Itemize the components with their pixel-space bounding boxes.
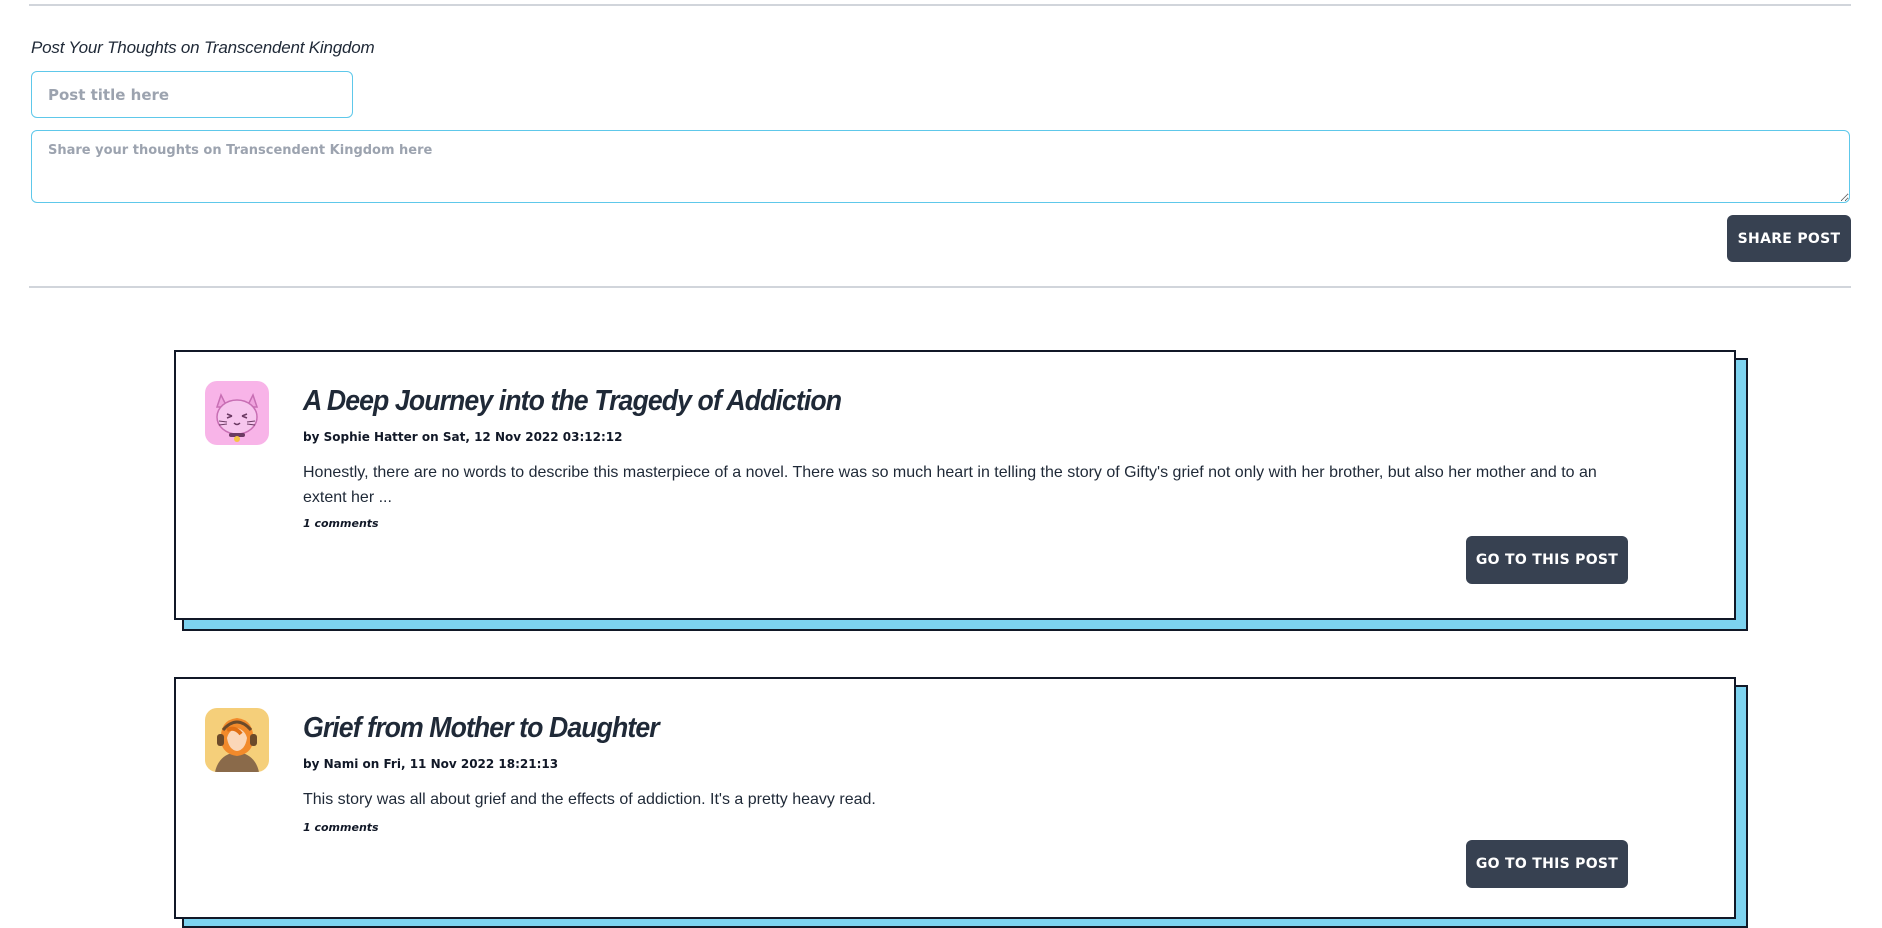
compose-divider [29,286,1851,288]
post-excerpt: Honestly, there are no words to describe… [303,464,1597,506]
post-title[interactable]: Grief from Mother to Daughter [303,712,660,745]
post-comment-count: 1 comments [303,821,379,834]
post-card: A Deep Journey into the Tragedy of Addic… [174,350,1736,620]
go-to-post-button[interactable]: GO TO THIS POST [1466,536,1628,584]
top-divider [29,4,1851,6]
share-post-button[interactable]: SHARE POST [1727,215,1851,262]
orange-hair-headphones-avatar-icon [205,708,269,772]
compose-heading: Post Your Thoughts on Transcendent Kingd… [31,38,375,57]
post-title[interactable]: A Deep Journey into the Tragedy of Addic… [303,385,842,418]
post-card: Grief from Mother to Daughter by Nami on… [174,677,1736,919]
post-meta: by Sophie Hatter on Sat, 12 Nov 2022 03:… [303,430,623,444]
post-meta: by Nami on Fri, 11 Nov 2022 18:21:13 [303,757,559,771]
post-body-textarea[interactable] [31,130,1850,203]
go-to-post-button[interactable]: GO TO THIS POST [1466,840,1628,888]
post-excerpt: This story was all about grief and the e… [303,791,876,808]
post-comment-count: 1 comments [303,517,379,530]
post-title-input[interactable] [31,71,353,118]
pink-cat-avatar-icon [205,381,269,445]
